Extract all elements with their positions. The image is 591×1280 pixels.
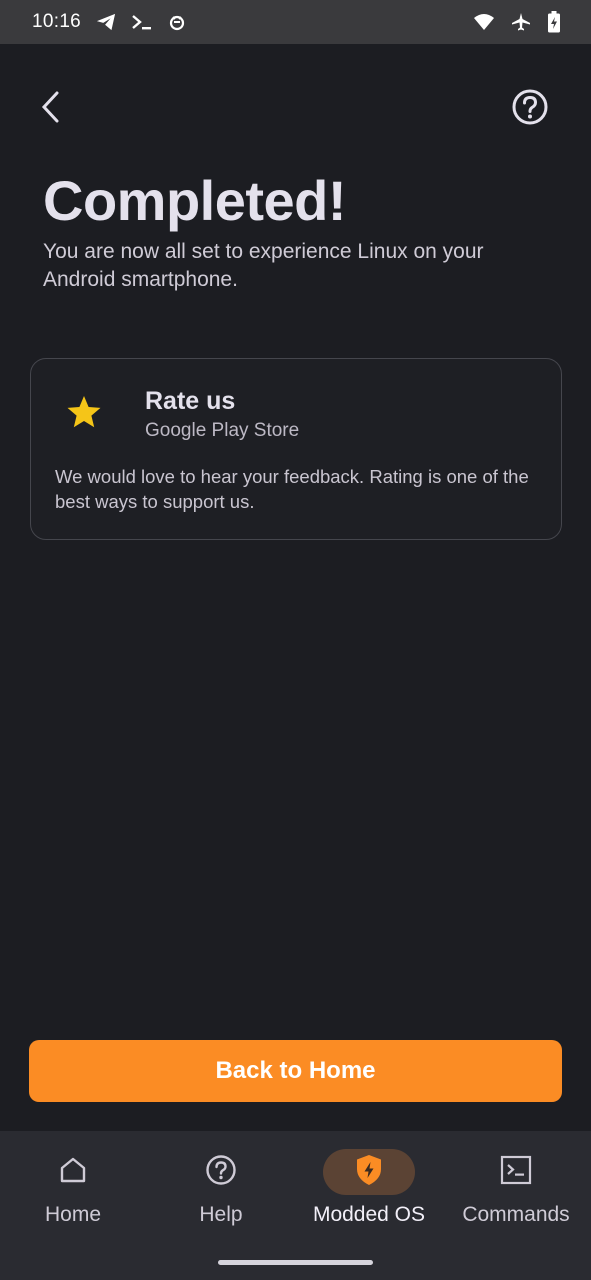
back-to-home-button[interactable]: Back to Home bbox=[29, 1040, 562, 1102]
help-circle-icon bbox=[511, 88, 549, 131]
status-right bbox=[473, 11, 561, 33]
nav-label-modded-os: Modded OS bbox=[312, 1203, 426, 1226]
nav-item-help[interactable]: Help bbox=[151, 1149, 291, 1245]
back-button[interactable] bbox=[30, 88, 72, 130]
bug-icon bbox=[167, 12, 187, 32]
page-title: Completed! bbox=[43, 169, 347, 232]
shield-bolt-icon bbox=[355, 1154, 383, 1191]
status-left: 10:16 bbox=[32, 11, 187, 33]
terminal-icon bbox=[131, 13, 153, 31]
terminal-icon bbox=[500, 1155, 532, 1190]
help-circle-icon bbox=[205, 1154, 237, 1191]
card-title: Rate us bbox=[145, 387, 236, 415]
nav-item-home[interactable]: Home bbox=[3, 1149, 143, 1245]
star-icon bbox=[65, 393, 103, 431]
page-subtitle: You are now all set to experience Linux … bbox=[43, 240, 484, 291]
status-time: 10:16 bbox=[32, 11, 82, 32]
nav-pill-home bbox=[27, 1149, 119, 1195]
top-app-bar bbox=[0, 84, 591, 134]
card-subtitle: Google Play Store bbox=[145, 420, 300, 441]
battery-charging-icon bbox=[547, 11, 561, 33]
nav-item-commands[interactable]: Commands bbox=[446, 1149, 586, 1245]
home-indicator[interactable] bbox=[218, 1260, 373, 1265]
rate-us-card[interactable]: Rate us Google Play Store We would love … bbox=[30, 358, 562, 540]
nav-pill-commands bbox=[470, 1149, 562, 1195]
nav-label-home: Home bbox=[44, 1203, 102, 1226]
nav-label-commands: Commands bbox=[462, 1203, 570, 1226]
nav-pill-help bbox=[175, 1149, 267, 1195]
wifi-icon bbox=[473, 13, 495, 31]
nav-item-modded-os[interactable]: Modded OS bbox=[299, 1149, 439, 1245]
card-body: We would love to hear your feedback. Rat… bbox=[55, 466, 529, 512]
home-icon bbox=[58, 1155, 88, 1190]
bottom-navigation: Home Help Modded OS Commands bbox=[0, 1131, 591, 1280]
telegram-icon bbox=[95, 12, 117, 32]
chevron-left-icon bbox=[39, 90, 63, 129]
airplane-icon bbox=[511, 12, 531, 32]
status-bar: 10:16 bbox=[0, 0, 591, 44]
nav-pill-modded-os bbox=[323, 1149, 415, 1195]
nav-label-help: Help bbox=[199, 1203, 243, 1226]
help-button[interactable] bbox=[509, 88, 551, 130]
